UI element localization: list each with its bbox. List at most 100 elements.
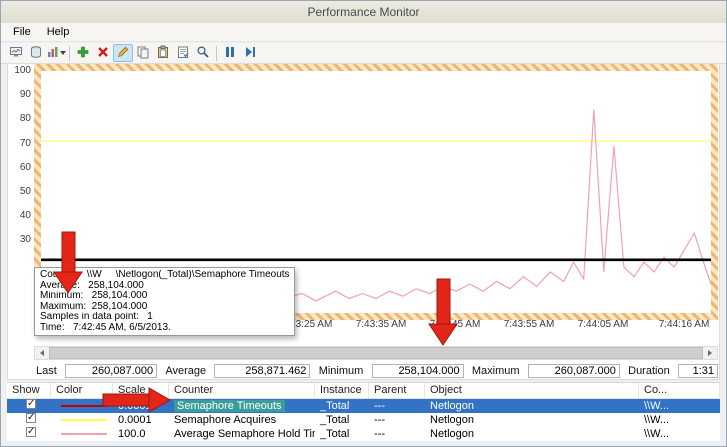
scroll-left-button[interactable] (35, 347, 49, 359)
log-database-icon (29, 45, 43, 62)
window-title: Performance Monitor (307, 5, 420, 19)
header-color[interactable]: Color (51, 383, 113, 398)
x-tick: 7:43:55 AM (503, 319, 555, 330)
counter-row-semaphore-acquires[interactable]: 0.0001 Semaphore Acquires _Total --- Net… (7, 413, 720, 427)
x-tick: 7:44:05 AM (577, 319, 629, 330)
duration-value: 1:31 (677, 363, 718, 378)
header-instance[interactable]: Instance (315, 383, 369, 398)
y-tick: 80 (19, 113, 31, 124)
object-cell: Netlogon (430, 400, 475, 412)
instance-cell: _Total (320, 400, 350, 412)
computer-cell: \\W... (644, 414, 670, 426)
tooltip-maximum-line: Maximum: 258,104.000 (40, 301, 148, 312)
tooltip-time-line: Time: 7:42:45 AM, 6/5/2013. (40, 322, 171, 333)
average-value: 258,871.462 (214, 363, 311, 378)
minimum-label: Minimum (318, 364, 364, 377)
counter-cell: Semaphore Acquires (174, 414, 277, 426)
show-checkbox[interactable] (26, 427, 36, 439)
header-show[interactable]: Show (7, 383, 51, 398)
computer-cell: \\W... (644, 428, 670, 440)
last-label: Last (36, 364, 57, 377)
menu-help[interactable]: Help (39, 25, 78, 39)
value-bar: Last 260,087.000 Average 258,871.462 Min… (34, 363, 718, 378)
x-tick: 7:44:16 AM (658, 319, 710, 330)
y-tick: 100 (14, 65, 31, 76)
y-tick: 50 (19, 186, 31, 197)
duration-label: Duration (628, 364, 670, 377)
tooltip-counter-line: Counter: \\W \Netlogon(_Total)\Semaphore… (40, 270, 289, 280)
tooltip-samples-line: Samples in data point: 1 (40, 312, 153, 322)
y-tick: 40 (19, 210, 31, 221)
y-tick: 30 (19, 234, 31, 245)
scale-cell: 0.0001 (118, 400, 152, 412)
properties-button[interactable] (173, 44, 193, 62)
color-swatch (61, 433, 107, 435)
clipboard-icon (156, 45, 170, 62)
triangle-left-icon (40, 350, 44, 356)
scrollbar-thumb[interactable] (49, 347, 703, 359)
scale-cell: 0.0001 (118, 414, 152, 426)
computer-cell: \\W... (644, 400, 670, 412)
properties-icon (176, 45, 190, 62)
chevron-down-icon (59, 51, 66, 55)
counter-legend: Show Color Scale Counter Instance Parent… (7, 382, 720, 441)
title-bar[interactable]: Performance Monitor (1, 1, 726, 23)
instance-cell: _Total (320, 414, 350, 426)
parent-cell: --- (374, 428, 385, 440)
view-current-activity-button[interactable] (6, 44, 26, 62)
scroll-right-button[interactable] (703, 347, 717, 359)
scale-cell: 100.0 (118, 428, 146, 440)
average-label: Average (165, 364, 207, 377)
view-log-data-button[interactable] (26, 44, 46, 62)
performance-monitor-window: Performance Monitor File Help 100 90 80 … (0, 0, 727, 447)
toolbar-separator (216, 45, 217, 61)
object-cell: Netlogon (430, 428, 475, 440)
instance-cell: _Total (320, 428, 350, 440)
timeline-scrollbar[interactable] (34, 346, 718, 360)
paste-counter-list-button[interactable] (153, 44, 173, 62)
counter-row-average-semaphore-hold-time[interactable]: 100.0 Average Semaphore Hold Time _Total… (7, 427, 720, 441)
show-checkbox[interactable] (26, 413, 36, 425)
header-object[interactable]: Object (425, 383, 639, 398)
parent-cell: --- (374, 414, 385, 426)
y-tick: 60 (19, 162, 31, 173)
header-scale[interactable]: Scale (113, 383, 169, 398)
magnifier-icon (196, 45, 210, 62)
toolbar-separator (69, 45, 70, 61)
counter-cell: Semaphore Timeouts (174, 400, 285, 412)
x-tick: 7:43:35 AM (355, 319, 407, 330)
menu-bar: File Help (1, 23, 726, 42)
x-tick: 7:43:45 AM (429, 319, 481, 330)
counter-row-semaphore-timeouts[interactable]: 0.0001 Semaphore Timeouts _Total --- Net… (7, 399, 720, 413)
menu-file[interactable]: File (5, 25, 39, 39)
header-parent[interactable]: Parent (369, 383, 425, 398)
header-counter[interactable]: Counter (169, 383, 315, 398)
maximum-label: Maximum (471, 364, 520, 377)
tooltip-minimum-line: Minimum: 258,104.000 (40, 291, 148, 301)
bar-chart-icon (47, 45, 59, 62)
y-tick: 90 (19, 89, 31, 100)
toolbar (1, 43, 726, 64)
copy-properties-button[interactable] (133, 44, 153, 62)
color-swatch (61, 405, 107, 407)
counter-cell: Average Semaphore Hold Time (174, 428, 315, 440)
highlight-button[interactable] (113, 44, 133, 62)
object-cell: Netlogon (430, 414, 475, 426)
zoom-button[interactable] (193, 44, 213, 62)
copy-icon (136, 45, 150, 62)
maximum-value: 260,087.000 (527, 363, 620, 378)
add-counter-button[interactable] (73, 44, 93, 62)
update-data-button[interactable] (240, 44, 260, 62)
header-computer[interactable]: Co... (639, 383, 720, 398)
change-graph-type-button[interactable] (46, 44, 66, 62)
tooltip-average-line: Average: 258,104.000 (40, 280, 144, 291)
counter-tooltip: Counter: \\W \Netlogon(_Total)\Semaphore… (34, 267, 295, 336)
show-checkbox[interactable] (26, 399, 36, 411)
triangle-right-icon (708, 350, 712, 356)
y-tick: 70 (19, 138, 31, 149)
last-value: 260,087.000 (65, 363, 158, 378)
play-step-icon (243, 45, 257, 62)
green-plus-icon (76, 45, 90, 62)
freeze-display-button[interactable] (220, 44, 240, 62)
delete-counter-button[interactable] (93, 44, 113, 62)
